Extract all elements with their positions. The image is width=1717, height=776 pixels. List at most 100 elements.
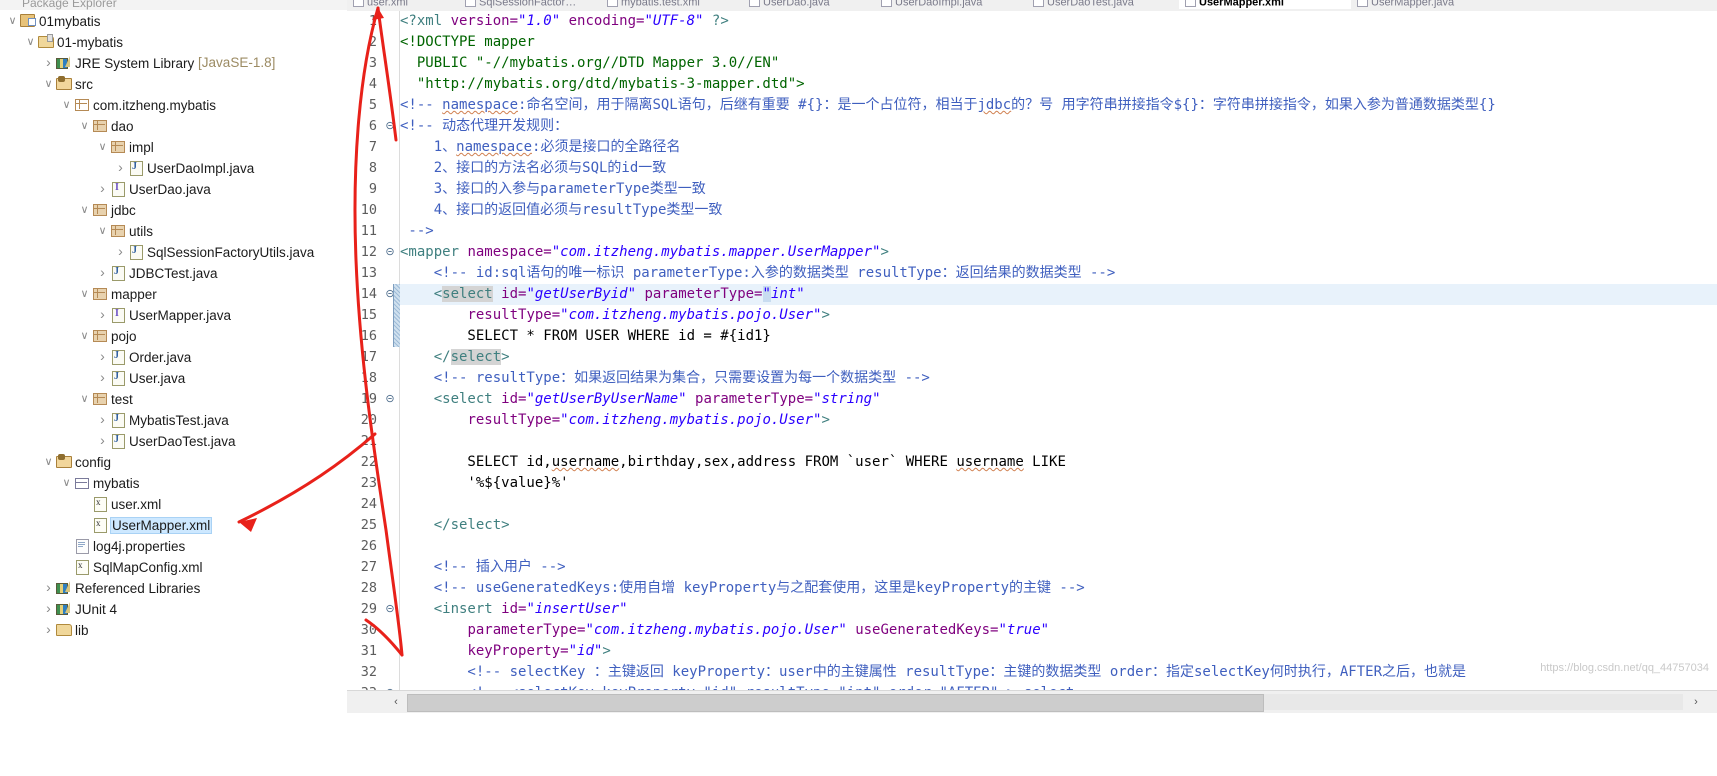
code-line[interactable]: keyProperty="id"> (400, 641, 610, 662)
code-line[interactable]: SELECT * FROM USER WHERE id = #{id1} (400, 326, 770, 347)
chevron-down-icon[interactable] (42, 452, 55, 473)
tree-item-log4j-properties[interactable]: log4j.properties (0, 535, 347, 556)
chevron-down-icon[interactable] (78, 284, 91, 305)
code-line[interactable]: <mapper namespace="com.itzheng.mybatis.m… (400, 242, 889, 263)
tree-item-test[interactable]: test (0, 388, 347, 409)
tree-item-src[interactable]: src (0, 73, 347, 94)
chevron-down-icon[interactable] (78, 389, 91, 410)
code-line[interactable]: parameterType="com.itzheng.mybatis.pojo.… (400, 620, 1049, 641)
editor-tab-usermapper-java[interactable]: UserMapper.java (1351, 0, 1513, 9)
code-line[interactable]: <!-- 插入用户 --> (400, 557, 566, 578)
tree-item-com-itzheng-mybatis[interactable]: com.itzheng.mybatis (0, 94, 347, 115)
tree-item-01mybatis[interactable]: 01mybatis (0, 10, 347, 31)
horizontal-scrollbar[interactable]: ‹ › (347, 690, 1717, 713)
chevron-down-icon[interactable] (60, 95, 73, 116)
scroll-right-arrow[interactable]: › (1685, 691, 1707, 713)
chevron-right-icon[interactable] (96, 430, 109, 453)
code-line[interactable]: SELECT id,username,birthday,sex,address … (400, 452, 1065, 473)
chevron-down-icon[interactable] (42, 74, 55, 95)
tree-item-user-java[interactable]: User.java (0, 367, 347, 388)
chevron-right-icon[interactable] (96, 304, 109, 327)
code-line[interactable]: 4、接口的返回值必须与resultType类型一致 (400, 200, 723, 221)
tree-item-lib[interactable]: lib (0, 619, 347, 640)
code-line[interactable]: <insert id="insertUser" (400, 599, 628, 620)
scrollbar-thumb[interactable] (407, 694, 1264, 712)
chevron-down-icon[interactable] (96, 137, 109, 158)
tree-item-jre-system-library[interactable]: JRE System Library [JavaSE-1.8] (0, 52, 347, 73)
code-line[interactable]: </select> (400, 515, 510, 536)
chevron-right-icon[interactable] (42, 598, 55, 621)
code-line[interactable]: <select id="getUserByid" parameterType="… (400, 284, 1717, 305)
chevron-down-icon[interactable] (78, 200, 91, 221)
tree-item-jdbctest-java[interactable]: JDBCTest.java (0, 262, 347, 283)
code-line[interactable]: <!-- 动态代理开发规则： (400, 116, 568, 137)
tree-item-mybatis[interactable]: mybatis (0, 472, 347, 493)
editor-tab-userdaotest-java[interactable]: UserDaoTest.java (1027, 0, 1179, 9)
tree-item-sqlmapconfig-xml[interactable]: SqlMapConfig.xml (0, 556, 347, 577)
tree-item-pojo[interactable]: pojo (0, 325, 347, 346)
code-line[interactable]: '%${value}%' (400, 473, 568, 494)
code-line[interactable]: "http://mybatis.org/dtd/mybatis-3-mapper… (400, 74, 805, 95)
tree-item-userdaoimpl-java[interactable]: UserDaoImpl.java (0, 157, 347, 178)
tree-item-order-java[interactable]: Order.java (0, 346, 347, 367)
editor-tab-userdao-java[interactable]: UserDao.java (743, 0, 875, 9)
tree-item-config[interactable]: config (0, 451, 347, 472)
tree-item-sqlsessionfactoryutils-java[interactable]: SqlSessionFactoryUtils.java (0, 241, 347, 262)
code-line[interactable]: <!-- resultType：如果返回结果为集合，只需要设置为每一个数据类型 … (400, 368, 930, 389)
tree-item-utils[interactable]: utils (0, 220, 347, 241)
chevron-down-icon[interactable] (78, 326, 91, 347)
chevron-right-icon[interactable] (42, 52, 55, 75)
editor-tab-usermapper-xml[interactable]: UserMapper.xml (1179, 0, 1351, 9)
chevron-down-icon[interactable] (96, 221, 109, 242)
fold-toggle-icon[interactable] (385, 389, 395, 410)
fold-toggle-icon[interactable] (385, 242, 395, 263)
code-line[interactable]: resultType="com.itzheng.mybatis.pojo.Use… (400, 305, 829, 326)
chevron-right-icon[interactable] (42, 577, 55, 600)
code-line[interactable]: <!-- useGeneratedKeys:使用自增 keyProperty与之… (400, 578, 1085, 599)
code-line[interactable]: <!-- namespace:命名空间，用于隔离SQL语句，后继有重要 #{}：… (400, 95, 1496, 116)
chevron-right-icon[interactable] (114, 241, 127, 264)
editor-tab-mybatis-test-xml[interactable]: mybatis.test.xml (601, 0, 743, 9)
code-line[interactable]: 3、接口的入参与parameterType类型一致 (400, 179, 706, 200)
chevron-right-icon[interactable] (96, 409, 109, 432)
code-line[interactable]: resultType="com.itzheng.mybatis.pojo.Use… (400, 410, 829, 431)
tree-item-junit-4[interactable]: JUnit 4 (0, 598, 347, 619)
chevron-down-icon[interactable] (60, 473, 73, 494)
code-text-area[interactable]: <?xml version="1.0" encoding="UTF-8" ?> <… (400, 11, 1717, 690)
editor-tab-userdaoimpl-java[interactable]: UserDaoImpl.java (875, 0, 1027, 9)
tree-item-user-xml[interactable]: user.xml (0, 493, 347, 514)
tree-item-referenced-libraries[interactable]: Referenced Libraries (0, 577, 347, 598)
editor-tab-sqlsessionfactor[interactable]: SqlSessionFactor… (459, 0, 601, 9)
chevron-right-icon[interactable] (42, 619, 55, 642)
chevron-right-icon[interactable] (96, 346, 109, 369)
tree-item-impl[interactable]: impl (0, 136, 347, 157)
code-line[interactable]: </select> (400, 347, 510, 368)
code-line[interactable]: PUBLIC "-//mybatis.org//DTD Mapper 3.0//… (400, 53, 779, 74)
fold-toggle-icon[interactable] (385, 599, 395, 620)
chevron-down-icon[interactable] (78, 116, 91, 137)
code-line[interactable]: 1、namespace:必须是接口的全路径名 (400, 137, 681, 158)
code-line[interactable]: <!-- <selectKey keyProperty="id" resultT… (400, 683, 1074, 690)
project-tree[interactable]: 01mybatis 01-mybatis JRE System Library [J… (0, 10, 347, 640)
tree-item-usermapper-java[interactable]: UserMapper.java (0, 304, 347, 325)
chevron-right-icon[interactable] (96, 262, 109, 285)
chevron-down-icon[interactable] (6, 11, 19, 32)
tree-item-01-mybatis[interactable]: 01-mybatis (0, 31, 347, 52)
tree-item-userdaotest-java[interactable]: UserDaoTest.java (0, 430, 347, 451)
chevron-right-icon[interactable] (114, 157, 127, 180)
chevron-right-icon[interactable] (96, 178, 109, 201)
code-line[interactable]: --> (400, 221, 433, 242)
code-line[interactable]: <!-- selectKey ：主键返回 keyProperty：user中的主… (400, 662, 1466, 683)
editor-tab-user-xml[interactable]: user.xml (347, 0, 459, 9)
fold-toggle-icon[interactable] (385, 116, 395, 137)
tree-item-dao[interactable]: dao (0, 115, 347, 136)
tree-item-mapper[interactable]: mapper (0, 283, 347, 304)
code-line[interactable]: <select id="getUserByUserName" parameter… (400, 389, 881, 410)
scroll-left-arrow[interactable]: ‹ (385, 691, 407, 713)
code-line[interactable]: <!-- id:sql语句的唯一标识 parameterType:入参的数据类型… (400, 263, 1116, 284)
code-line[interactable]: <?xml version="1.0" encoding="UTF-8" ?> (400, 11, 729, 32)
tree-item-jdbc[interactable]: jdbc (0, 199, 347, 220)
tree-item-userdao-java[interactable]: UserDao.java (0, 178, 347, 199)
code-line[interactable]: 2、接口的方法名必须与SQL的id一致 (400, 158, 667, 179)
code-line[interactable]: <!DOCTYPE mapper (400, 32, 535, 53)
